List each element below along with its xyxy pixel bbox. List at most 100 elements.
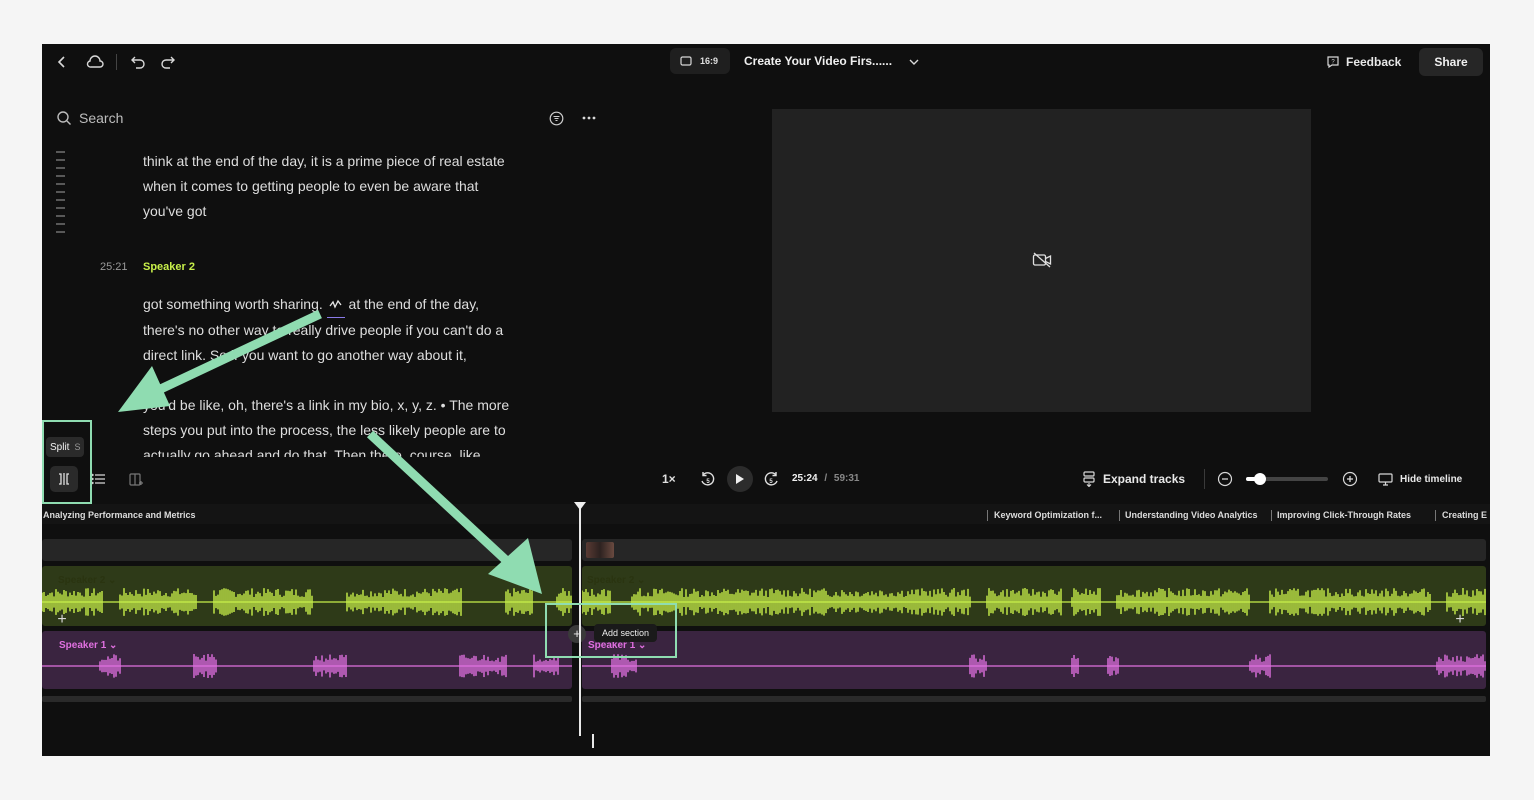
rewind-5-button[interactable]: 5 — [698, 470, 716, 488]
monitor-icon — [1378, 472, 1393, 486]
expand-tracks-icon — [1082, 471, 1096, 487]
speaker1-track-left[interactable] — [42, 631, 572, 689]
speaker-name[interactable]: Speaker 2 — [143, 261, 195, 273]
transcript-line: direct link. So if you want to go anothe… — [143, 347, 467, 363]
video-thumbnail — [586, 542, 614, 558]
zoom-in-icon — [1342, 471, 1358, 487]
waveform-inline-icon — [326, 292, 345, 318]
filter-icon — [549, 111, 564, 126]
hide-timeline-label: Hide timeline — [1400, 473, 1463, 485]
add-track-button-left[interactable]: + — [53, 611, 71, 629]
toolbar-divider — [116, 54, 117, 70]
speaker2-waveform — [582, 588, 1486, 616]
transcript-line: think at the end of the day, it is a pri… — [143, 153, 505, 169]
section-label[interactable]: Improving Click-Through Rates — [1277, 510, 1411, 520]
zoom-slider[interactable] — [1246, 473, 1328, 485]
transcript-timestamp[interactable]: 25:21 — [100, 261, 128, 273]
transcript-minimap[interactable] — [56, 148, 66, 238]
project-title[interactable]: Create Your Video Firs...... — [744, 54, 892, 68]
transcript-line: got something worth sharing. at the end … — [143, 292, 583, 318]
cloud-icon — [86, 55, 104, 69]
search-bar[interactable]: Search — [56, 108, 256, 128]
speaker-track-label[interactable]: Speaker 2 ⌄ — [58, 575, 116, 586]
more-horizontal-icon — [582, 116, 596, 120]
zoom-in-button[interactable] — [1341, 470, 1359, 488]
zoom-slider-thumb[interactable] — [1253, 473, 1266, 485]
search-input[interactable]: Search — [79, 110, 123, 126]
empty-track-left[interactable] — [42, 696, 572, 702]
undo-button[interactable] — [128, 52, 148, 72]
add-section-highlight-box — [545, 603, 677, 658]
chevron-left-icon — [56, 56, 68, 68]
transcript-line — [143, 368, 583, 393]
forward-icon: 5 — [764, 471, 780, 487]
transcript-line: there's no other way to really drive peo… — [143, 322, 504, 338]
forward-5-button[interactable]: 5 — [763, 470, 781, 488]
speaker2-track-left[interactable] — [42, 566, 572, 626]
section-divider — [987, 510, 988, 521]
speaker1-waveform — [42, 654, 572, 678]
aspect-ratio-label: 16:9 — [700, 56, 719, 66]
transcript-line: steps you put into the process, the less… — [143, 422, 506, 438]
plus-icon: + — [1455, 611, 1465, 628]
section-divider — [1271, 510, 1272, 521]
section-divider — [1119, 510, 1120, 521]
empty-track-right[interactable] — [582, 696, 1486, 702]
time-readout: 25:24 / 59:31 — [792, 473, 860, 484]
filter-button[interactable] — [547, 109, 565, 127]
hide-timeline-button[interactable]: Hide timeline — [1378, 471, 1462, 487]
feedback-icon: ? — [1326, 55, 1340, 69]
section-label[interactable]: Creating E — [1442, 510, 1487, 520]
play-button[interactable] — [727, 466, 753, 492]
section-label[interactable]: Understanding Video Analytics — [1125, 510, 1258, 520]
section-label[interactable]: Keyword Optimization f... — [994, 510, 1102, 520]
play-icon — [735, 473, 745, 485]
editor-window: 16:9 Create Your Video Firs...... ? Feed… — [42, 44, 1490, 756]
back-button[interactable] — [52, 52, 72, 72]
feedback-button[interactable]: ? Feedback — [1326, 52, 1401, 72]
section-ruler — [42, 504, 1490, 524]
more-options-button[interactable] — [580, 109, 598, 127]
text-cursor-icon — [592, 734, 594, 748]
transcript-block-2[interactable]: got something worth sharing. at the end … — [143, 292, 583, 457]
layout-add-icon — [128, 472, 144, 486]
total-time: 59:31 — [833, 473, 860, 484]
speaker1-track-right[interactable] — [582, 631, 1486, 689]
speaker2-track-right[interactable] — [582, 566, 1486, 626]
zoom-out-button[interactable] — [1216, 470, 1234, 488]
undo-icon — [131, 55, 145, 69]
video-preview[interactable] — [772, 109, 1311, 412]
video-clip-track-left[interactable] — [42, 539, 572, 561]
redo-button[interactable] — [158, 52, 178, 72]
chevron-down-icon — [909, 59, 919, 65]
transcript-line: when it comes to getting people to even … — [143, 178, 479, 194]
time-separator: / — [824, 473, 828, 484]
transcript-line: you've got — [143, 203, 207, 219]
aspect-ratio-button[interactable]: 16:9 — [670, 48, 730, 74]
speaker1-waveform — [582, 654, 1486, 678]
transcript-block-1[interactable]: think at the end of the day, it is a pri… — [143, 149, 573, 224]
chevron-down-icon: ⌄ — [108, 575, 117, 586]
split-highlight-box — [42, 420, 92, 504]
section-divider — [1435, 510, 1436, 521]
share-button[interactable]: Share — [1419, 48, 1483, 76]
plus-icon: + — [57, 611, 67, 628]
rewind-icon: 5 — [699, 471, 715, 487]
camera-off-icon — [1032, 252, 1052, 268]
speaker-track-label[interactable]: Speaker 2 ⌄ — [587, 575, 645, 586]
cloud-sync-button[interactable] — [84, 52, 106, 72]
zoom-out-icon — [1217, 471, 1233, 487]
redo-icon — [161, 55, 175, 69]
chevron-down-icon: ⌄ — [109, 640, 118, 651]
video-clip-track-right[interactable] — [582, 539, 1486, 561]
section-label[interactable]: Analyzing Performance and Metrics — [43, 510, 196, 520]
project-menu-button[interactable] — [906, 54, 922, 70]
expand-tracks-button[interactable]: Expand tracks — [1082, 470, 1185, 488]
expand-tracks-label: Expand tracks — [1103, 472, 1186, 486]
transcript-line: actually go ahead and do that. Then ther… — [143, 447, 481, 457]
add-layout-button[interactable] — [127, 470, 145, 488]
speaker-track-label[interactable]: Speaker 1 ⌄ — [59, 640, 117, 651]
playback-speed-button[interactable]: 1× — [662, 472, 676, 486]
add-track-button-right[interactable]: + — [1451, 611, 1469, 629]
playhead-handle[interactable] — [574, 502, 586, 510]
